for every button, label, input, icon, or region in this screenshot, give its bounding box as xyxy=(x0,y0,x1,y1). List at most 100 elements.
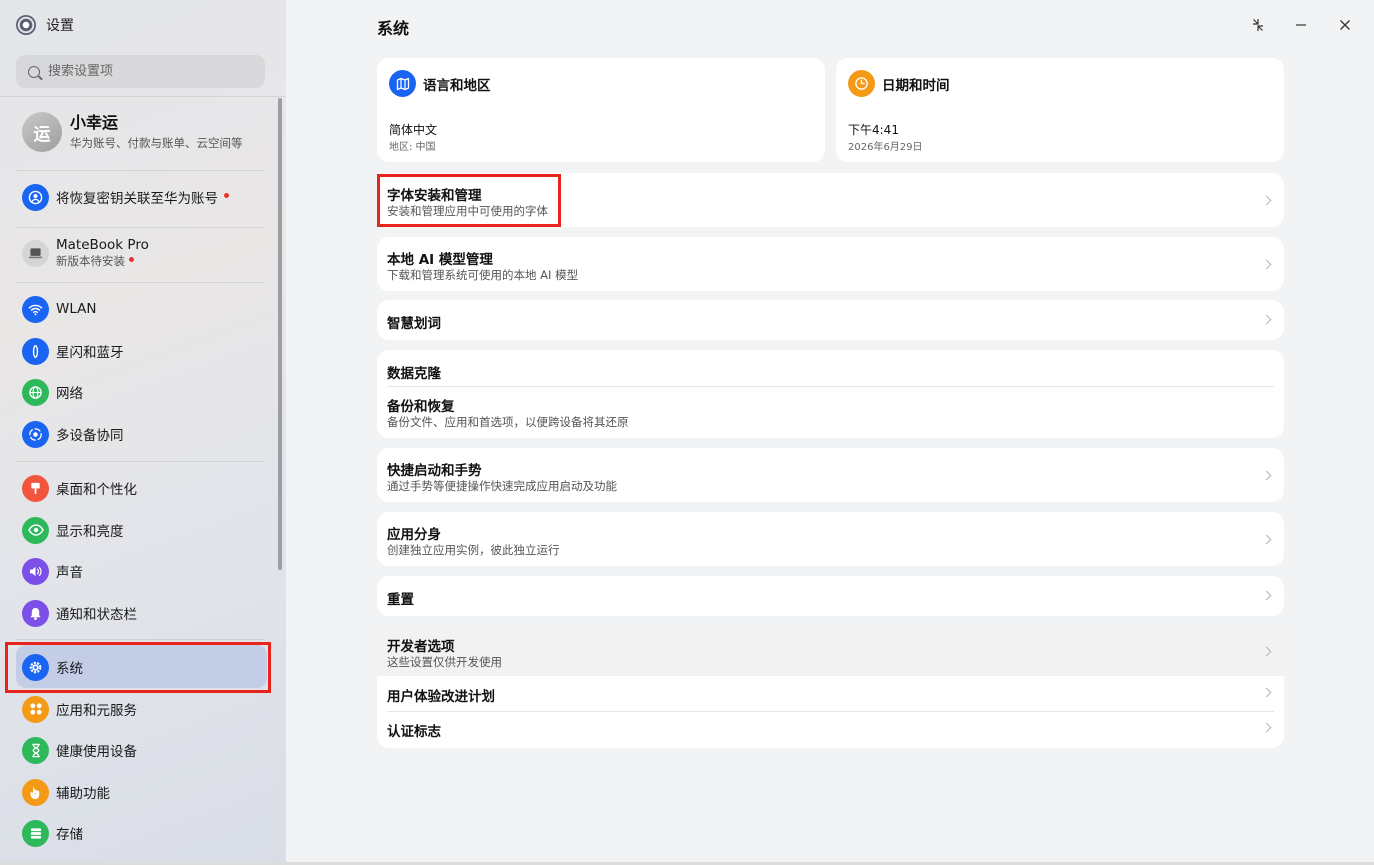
sidebar-item-label: 通知和状态栏 xyxy=(56,607,137,623)
bluetooth-icon xyxy=(22,337,49,365)
laptop-icon xyxy=(22,239,49,267)
clock-icon xyxy=(848,70,875,97)
restore-icon xyxy=(1253,19,1263,31)
speaker-icon xyxy=(22,557,49,585)
ux-plan-row[interactable]: 用户体验改进计划 xyxy=(377,677,1284,711)
sidebar-item-recovery-key[interactable]: 将恢复密钥关联至华为账号 xyxy=(22,182,229,212)
certification-row[interactable]: 认证标志 xyxy=(377,712,1284,748)
row-title: 重置 xyxy=(387,592,414,608)
sidebar-item-label: 显示和亮度 xyxy=(56,524,124,540)
sidebar-item-device[interactable]: MateBook Pro 新版本待安装 xyxy=(22,236,149,270)
minimize-icon xyxy=(1296,24,1306,26)
chevron-right-icon xyxy=(1261,590,1272,601)
ai-model-row[interactable]: 本地 AI 模型管理 下载和管理系统可使用的本地 AI 模型 xyxy=(377,237,1284,291)
reset-row[interactable]: 重置 xyxy=(377,576,1284,616)
hourglass-icon xyxy=(22,736,49,764)
sidebar-item-label: 星闪和蓝牙 xyxy=(56,345,124,361)
chevron-right-icon xyxy=(1261,470,1272,481)
sidebar-divider xyxy=(0,96,286,97)
sidebar-item-wlan[interactable]: WLAN xyxy=(22,294,97,324)
account-item[interactable]: 运 小幸运 华为账号、付款与账单、云空间等 xyxy=(22,112,243,152)
sidebar-item-accessibility[interactable]: 辅助功能 xyxy=(22,777,110,807)
backup-restore-row[interactable]: 备份和恢复 备份文件、应用和首选项，以便跨设备将其还原 xyxy=(377,387,1284,438)
sidebar-item-label: 辅助功能 xyxy=(56,786,110,802)
date-value: 2026年6月29日 xyxy=(848,142,923,153)
notification-dot xyxy=(224,192,229,198)
globe-icon xyxy=(22,378,49,406)
device-name: MateBook Pro xyxy=(56,237,149,253)
sidebar-item-label: WLAN xyxy=(56,301,97,317)
developer-options-row[interactable]: 开发者选项 这些设置仅供开发使用 xyxy=(377,626,1284,676)
chevron-right-icon xyxy=(1261,314,1272,325)
close-button[interactable] xyxy=(1334,14,1356,36)
sidebar-separator xyxy=(16,282,265,283)
sidebar-item-label: 应用和元服务 xyxy=(56,703,137,719)
sidebar-item-storage[interactable]: 存储 xyxy=(22,818,83,848)
chevron-right-icon xyxy=(1261,195,1272,206)
gear-icon xyxy=(22,653,49,681)
chevron-right-icon xyxy=(1261,687,1272,698)
app-header: 设置 xyxy=(16,14,74,36)
sidebar-item-network[interactable]: 网络 xyxy=(22,377,83,407)
sidebar-item-label: 健康使用设备 xyxy=(56,744,137,760)
wifi-icon xyxy=(22,295,49,323)
sidebar-item-label: 多设备协同 xyxy=(56,428,124,444)
language-region-card[interactable]: 语言和地区 简体中文 地区: 中国 xyxy=(377,58,825,162)
sidebar-separator xyxy=(16,170,265,171)
sidebar-item-multi-device[interactable]: 多设备协同 xyxy=(22,419,124,449)
row-description: 安装和管理应用中可使用的字体 xyxy=(387,204,548,218)
search-icon xyxy=(28,65,40,78)
sidebar-item-bluetooth[interactable]: 星闪和蓝牙 xyxy=(22,336,124,366)
storage-icon xyxy=(22,819,49,847)
font-management-row[interactable]: 字体安装和管理 安装和管理应用中可使用的字体 xyxy=(377,173,1284,227)
row-description: 创建独立应用实例，彼此独立运行 xyxy=(387,543,560,557)
app-twin-row[interactable]: 应用分身 创建独立应用实例，彼此独立运行 xyxy=(377,512,1284,566)
chevron-right-icon xyxy=(1261,534,1272,545)
language-value: 简体中文 xyxy=(389,123,438,137)
gesture-row[interactable]: 快捷启动和手势 通过手势等便捷操作快速完成应用启动及功能 xyxy=(377,448,1284,502)
row-title: 本地 AI 模型管理 xyxy=(387,252,493,268)
time-value: 下午4:41 xyxy=(848,123,899,137)
row-description: 通过手势等便捷操作快速完成应用启动及功能 xyxy=(387,479,617,493)
search-box[interactable] xyxy=(16,55,265,88)
date-time-card[interactable]: 日期和时间 下午4:41 2026年6月29日 xyxy=(836,58,1284,162)
chevron-right-icon xyxy=(1261,259,1272,270)
chevron-right-icon xyxy=(1261,722,1272,733)
card-title: 日期和时间 xyxy=(882,77,950,94)
minimize-button[interactable] xyxy=(1290,14,1312,36)
row-title: 智慧划词 xyxy=(387,316,441,332)
sidebar-separator xyxy=(16,461,265,462)
bell-icon xyxy=(22,599,49,627)
sidebar-item-apps[interactable]: 应用和元服务 xyxy=(22,694,137,724)
sidebar-separator xyxy=(16,227,265,228)
sidebar-item-health[interactable]: 健康使用设备 xyxy=(22,735,137,765)
sidebar-item-sound[interactable]: 声音 xyxy=(22,556,83,586)
developer-group-card: 开发者选项 这些设置仅供开发使用 用户体验改进计划 认证标志 xyxy=(377,626,1284,748)
row-title: 备份和恢复 xyxy=(387,399,455,415)
row-title: 数据克隆 xyxy=(387,366,441,382)
card-title: 语言和地区 xyxy=(423,77,491,94)
sidebar-item-label: 桌面和个性化 xyxy=(56,482,137,498)
restore-button[interactable] xyxy=(1247,14,1269,36)
sidebar-item-display[interactable]: 显示和亮度 xyxy=(22,515,124,545)
hand-icon xyxy=(22,778,49,806)
device-status: 新版本待安装 xyxy=(56,254,125,268)
row-title: 快捷启动和手势 xyxy=(387,463,482,479)
smart-word-row[interactable]: 智慧划词 xyxy=(377,300,1284,340)
brush-icon xyxy=(22,474,49,502)
avatar: 运 xyxy=(22,112,62,152)
sidebar-item-desktop[interactable]: 桌面和个性化 xyxy=(22,473,137,503)
sidebar-item-system[interactable]: 系统 xyxy=(22,652,83,682)
chevron-right-icon xyxy=(1261,646,1272,657)
page-title: 系统 xyxy=(377,19,410,38)
app-title: 设置 xyxy=(46,18,74,34)
sidebar-item-label: 将恢复密钥关联至华为账号 xyxy=(56,191,218,207)
search-input[interactable] xyxy=(48,64,248,79)
notification-dot xyxy=(129,257,134,262)
row-title: 应用分身 xyxy=(387,527,441,543)
sidebar-scrollbar[interactable] xyxy=(278,98,282,570)
sidebar-item-label: 存储 xyxy=(56,827,83,843)
apps-icon xyxy=(22,695,49,723)
data-clone-row[interactable]: 数据克隆 xyxy=(377,350,1284,386)
sidebar-item-notification[interactable]: 通知和状态栏 xyxy=(22,598,137,628)
